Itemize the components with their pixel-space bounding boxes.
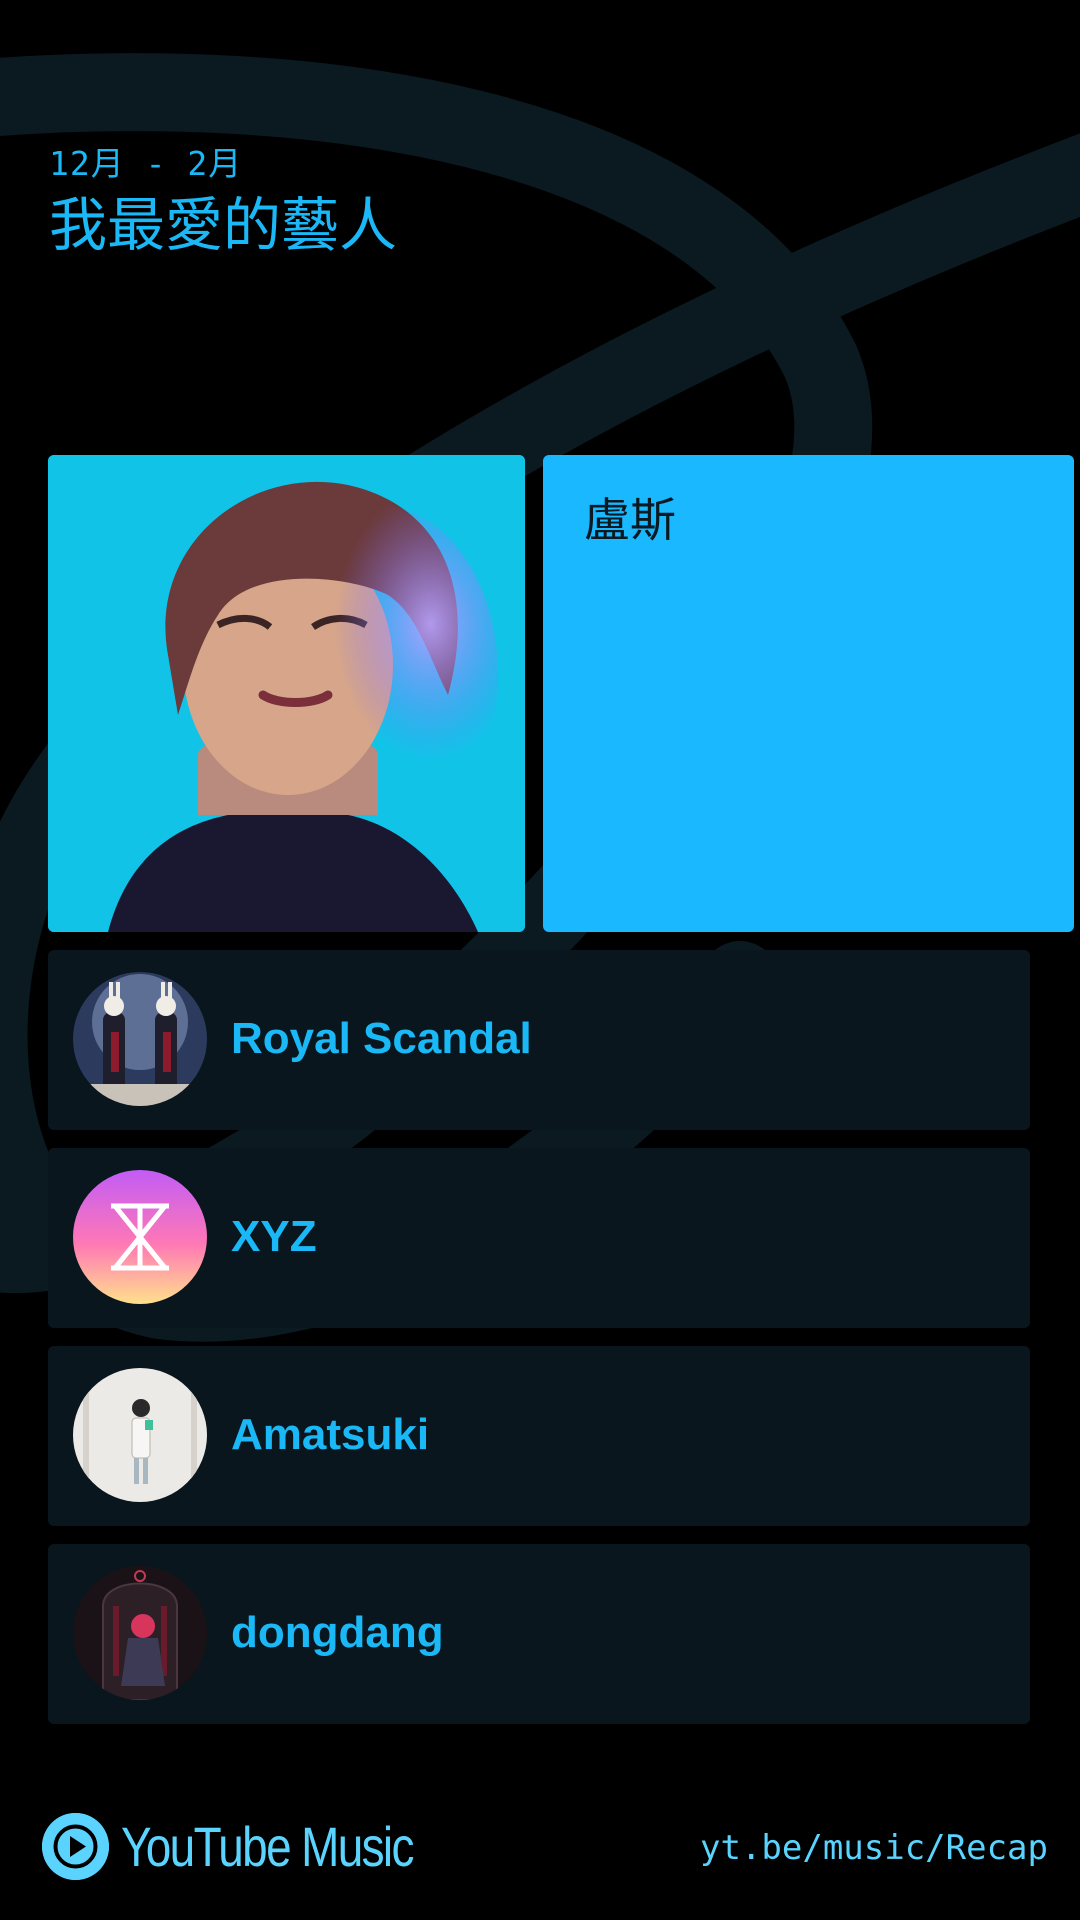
recap-url[interactable]: yt.be/music/Recap: [700, 1828, 1048, 1868]
date-range: 12月 - 2月: [49, 144, 243, 183]
artist-name: dongdang: [231, 1608, 444, 1657]
artist-name: XYZ: [231, 1212, 317, 1261]
artist-avatar: [73, 972, 207, 1106]
brand-logo[interactable]: YouTube Music: [42, 1812, 477, 1880]
artist-portrait-image: [48, 455, 525, 932]
artist-name: Royal Scandal: [231, 1014, 532, 1063]
artist-row-amatsuki[interactable]: Amatsuki: [48, 1346, 1030, 1526]
artist-avatar: [73, 1368, 207, 1502]
artist-name: Amatsuki: [231, 1410, 430, 1459]
top-artist-card[interactable]: [48, 455, 1074, 932]
artist-row-royal-scandal[interactable]: Royal Scandal: [48, 950, 1030, 1130]
header: 12月 - 2月 我最愛的藝人: [49, 144, 397, 260]
artist-avatar: [73, 1170, 207, 1304]
artist-row-dongdang[interactable]: dongdang: [48, 1544, 1030, 1724]
artist-avatar: [73, 1566, 207, 1700]
top-artist-name: 盧斯: [584, 493, 676, 547]
artist-row-xyz[interactable]: XYZ: [48, 1148, 1030, 1328]
footer: YouTube Music yt.be/music/Recap: [0, 1800, 1080, 1890]
page-title: 我最愛的藝人: [49, 191, 398, 259]
brand-name: YouTube Music: [121, 1814, 414, 1878]
top-artist-photo: [48, 455, 525, 932]
play-circle-icon: [42, 1812, 109, 1880]
